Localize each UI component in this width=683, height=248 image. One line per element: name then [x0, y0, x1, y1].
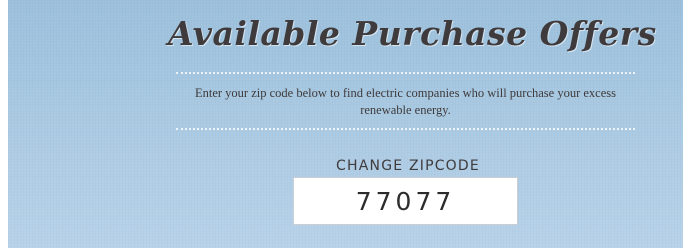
- page-title: Available Purchase Offers: [168, 14, 657, 53]
- zipcode-input[interactable]: [293, 177, 518, 225]
- zipcode-label: CHANGE ZIPCODE: [336, 158, 480, 174]
- bottom-dotted-divider: [176, 128, 635, 130]
- purchase-offers-panel: Available Purchase Offers Enter your zip…: [8, 0, 683, 248]
- top-dotted-divider: [176, 72, 635, 74]
- page-description: Enter your zip code below to find electr…: [194, 86, 617, 117]
